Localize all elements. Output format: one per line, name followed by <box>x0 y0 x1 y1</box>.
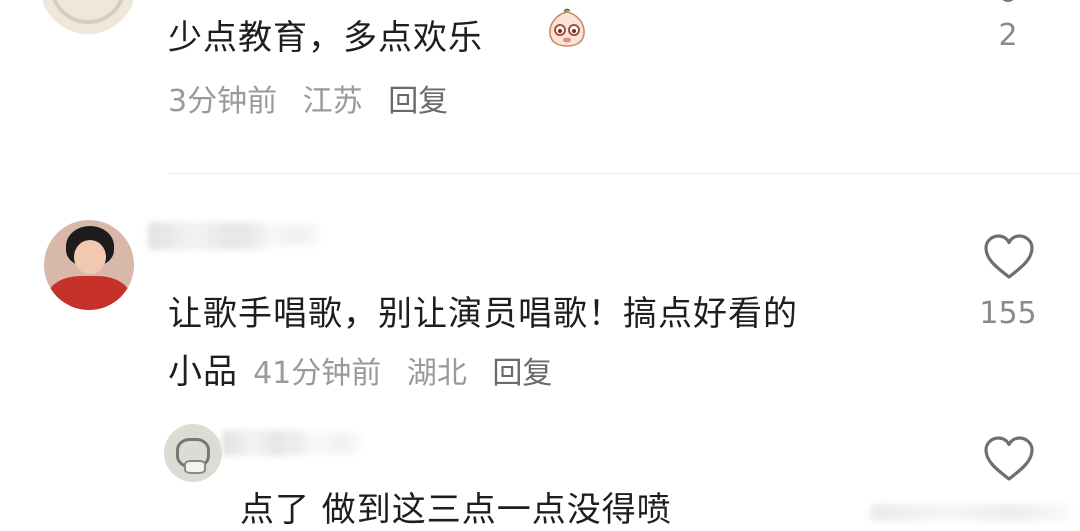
avatar[interactable] <box>40 0 136 34</box>
reply-button[interactable]: 回复 <box>492 356 552 391</box>
like-heart-icon[interactable] <box>982 232 1036 282</box>
like-heart-icon[interactable] <box>1002 0 1014 2</box>
comment-text-line2: 小品 <box>168 352 238 392</box>
divider <box>168 173 1080 174</box>
avatar[interactable] <box>44 220 134 310</box>
username-blurred[interactable] <box>222 430 302 456</box>
like-count: 2 <box>998 18 1018 53</box>
comment-text: 少点教育，多点欢乐 <box>168 18 483 58</box>
avatar[interactable] <box>164 424 222 482</box>
comment-location: 湖北 <box>406 356 467 391</box>
like-heart-icon[interactable] <box>982 434 1036 484</box>
comment-text: 点了 做到这三点一点没得喷 <box>240 490 672 530</box>
comment-time: 3分钟前 <box>168 84 278 119</box>
comment-meta: 41分钟前 湖北 回复 <box>253 348 568 392</box>
watermark-blurred <box>870 504 1070 521</box>
comment-text-continued-row: 小品 41分钟前 湖北 回复 <box>168 344 568 393</box>
username-blurred-extra <box>240 224 320 246</box>
peach-face-emoji-icon <box>549 8 585 47</box>
comment-text: 让歌手唱歌，别让演员唱歌！搞点好看的 <box>168 294 798 334</box>
comment-meta: 3分钟前 江苏 回复 <box>168 76 464 120</box>
username-blurred-extra <box>292 432 362 454</box>
reply-button[interactable]: 回复 <box>388 84 448 119</box>
comment-location: 江苏 <box>302 84 363 119</box>
like-count: 155 <box>979 296 1037 331</box>
comment-time: 41分钟前 <box>253 356 382 391</box>
